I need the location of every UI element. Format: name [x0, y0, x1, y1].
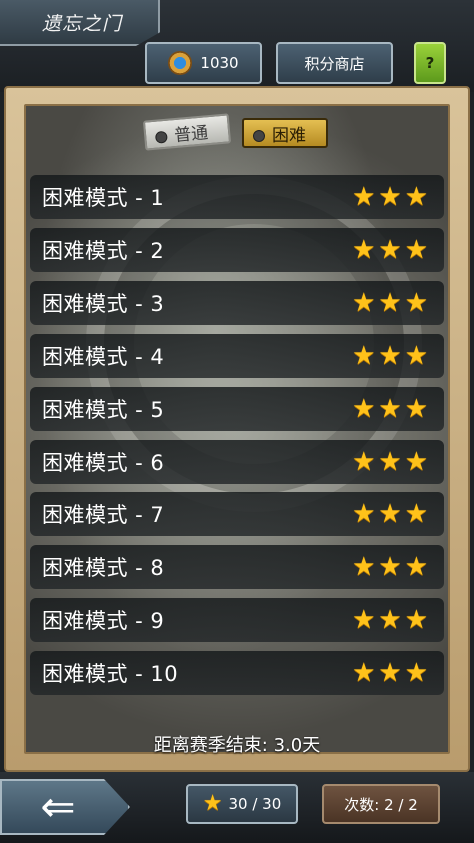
level-name: 困难模式 - 1	[42, 186, 165, 210]
level-stars: ★ ★ ★	[352, 184, 428, 210]
total-stars-display: ★ 30 / 30	[186, 784, 298, 824]
level-name: 困难模式 - 4	[42, 344, 165, 369]
level-stars: ★ ★ ★	[352, 343, 428, 369]
star-icon: ★	[352, 552, 376, 583]
level-name: 困难模式 - 8	[42, 556, 165, 581]
star-icon: ★	[352, 658, 376, 689]
medal-icon	[168, 51, 193, 75]
level-row[interactable]: 困难模式 - 8 ★ ★ ★	[30, 545, 444, 590]
star-icon: ★	[404, 234, 428, 265]
star-icon: ★	[352, 182, 376, 212]
points-shop-button[interactable]: 积分商店	[276, 42, 393, 84]
star-icon: ★	[404, 287, 428, 318]
star-icon: ★	[378, 552, 402, 583]
level-stars: ★ ★ ★	[352, 290, 428, 316]
star-icon: ★	[404, 393, 428, 424]
star-icon: ★	[404, 552, 428, 583]
level-name: 困难模式 - 10	[42, 662, 179, 687]
help-button[interactable]: ?	[414, 42, 446, 84]
title-tab: 遗忘之门	[0, 0, 160, 46]
tab-hard[interactable]: 困难	[242, 118, 328, 148]
page-title: 遗忘之门	[42, 12, 123, 35]
level-name: 困难模式 - 3	[42, 291, 165, 316]
level-stars: ★ ★ ★	[352, 660, 428, 686]
level-row[interactable]: 困难模式 - 4 ★ ★ ★	[30, 333, 444, 378]
level-stars: ★ ★ ★	[352, 501, 428, 527]
star-icon: ★	[404, 658, 428, 689]
star-icon: ★	[378, 605, 402, 636]
star-icon: ★	[378, 499, 402, 530]
star-icon: ★	[202, 791, 223, 816]
star-icon: ★	[352, 287, 376, 318]
level-row[interactable]: 困难模式 - 2 ★ ★ ★	[30, 227, 444, 272]
level-stars: ★ ★ ★	[352, 237, 428, 263]
level-row[interactable]: 困难模式 - 5 ★ ★ ★	[30, 386, 444, 431]
tab-indicator-icon	[253, 130, 265, 142]
star-icon: ★	[352, 605, 376, 636]
star-icon: ★	[352, 499, 376, 530]
level-name: 困难模式 - 5	[42, 397, 165, 422]
star-icon: ★	[378, 658, 402, 689]
star-icon: ★	[404, 340, 428, 371]
star-icon: ★	[378, 446, 402, 477]
star-icon: ★	[378, 234, 402, 265]
star-icon: ★	[352, 234, 376, 265]
level-name: 困难模式 - 6	[42, 450, 165, 475]
star-icon: ★	[378, 393, 402, 424]
tab-hard-label: 困难	[272, 125, 306, 146]
level-name: 困难模式 - 9	[42, 609, 165, 634]
level-row[interactable]: 困难模式 - 3 ★ ★ ★	[30, 280, 444, 325]
level-row[interactable]: 困难模式 - 9 ★ ★ ★	[30, 598, 444, 643]
level-name: 困难模式 - 7	[42, 503, 165, 528]
season-countdown: 距离赛季结束: 3.0天	[153, 735, 321, 756]
level-stars: ★ ★ ★	[352, 554, 428, 580]
star-icon: ★	[404, 605, 428, 636]
star-icon: ★	[404, 182, 428, 212]
tab-indicator-icon	[154, 130, 168, 144]
level-stars: ★ ★ ★	[352, 449, 428, 475]
score-display[interactable]: 1030	[145, 42, 262, 84]
back-arrow-icon: ⇐	[40, 782, 76, 831]
level-stars: ★ ★ ★	[352, 607, 428, 633]
star-icon: ★	[404, 499, 428, 530]
level-row[interactable]: 困难模式 - 10 ★ ★ ★	[30, 651, 444, 696]
total-stars-value: 30 / 30	[228, 795, 282, 813]
level-row[interactable]: 困难模式 - 7 ★ ★ ★	[30, 492, 444, 537]
star-icon: ★	[404, 446, 428, 477]
score-value: 1030	[200, 54, 239, 72]
level-stars: ★ ★ ★	[352, 396, 428, 422]
tab-normal-label: 普通	[173, 122, 210, 146]
level-row[interactable]: 困难模式 - 6 ★ ★ ★	[30, 439, 444, 484]
level-name: 困难模式 - 2	[42, 238, 165, 263]
attempts-display: 次数: 2 / 2	[322, 784, 440, 824]
back-button[interactable]: ⇐	[0, 779, 130, 835]
star-icon: ★	[378, 340, 402, 371]
star-icon: ★	[378, 287, 402, 318]
star-icon: ★	[378, 182, 402, 212]
star-icon: ★	[352, 446, 376, 477]
star-icon: ★	[352, 340, 376, 371]
star-icon: ★	[352, 393, 376, 424]
level-row[interactable]: 困难模式 - 1 ★ ★ ★	[30, 175, 444, 219]
